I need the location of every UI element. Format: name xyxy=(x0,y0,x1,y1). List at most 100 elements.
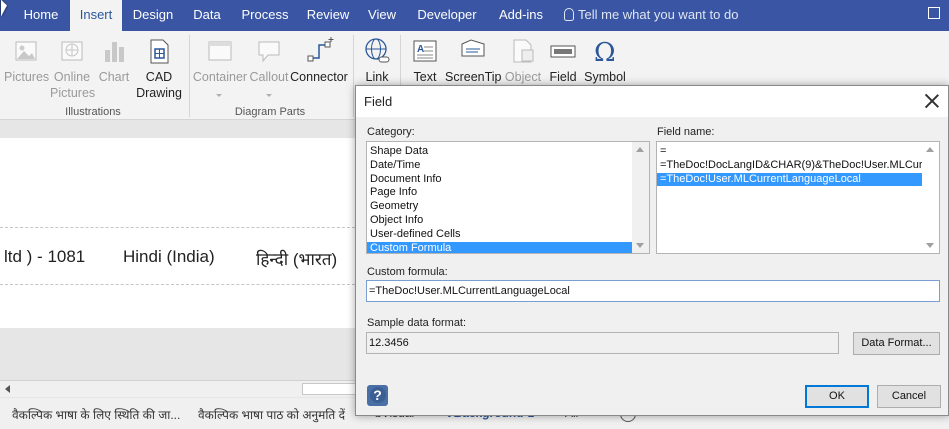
scroll-left-arrow-icon[interactable] xyxy=(5,385,10,393)
tab-home[interactable]: Home xyxy=(12,0,70,31)
online-pictures-label-1: Online xyxy=(53,70,91,84)
table-cell-native-name: हिन्दी (भारत) xyxy=(256,250,338,269)
container-chevron-down-icon[interactable] xyxy=(216,94,222,97)
tab-process[interactable]: Process xyxy=(234,0,296,31)
scroll-down-arrow-icon[interactable] xyxy=(636,243,644,248)
chart-label: Chart xyxy=(98,70,130,84)
field-dialog: Field Category: Shape Data Date/Time Doc… xyxy=(355,85,949,416)
list-item[interactable]: Document Info xyxy=(367,173,649,187)
field-icon xyxy=(550,45,576,58)
symbol-button[interactable]: Ω Symbol xyxy=(583,36,627,85)
online-pictures-icon xyxy=(61,41,83,61)
omega-symbol-icon: Ω xyxy=(594,38,616,66)
tell-me-text: Tell me what you want to do xyxy=(578,7,739,22)
tell-me-search[interactable]: Tell me what you want to do xyxy=(564,0,738,31)
callout-chevron-down-icon[interactable] xyxy=(266,94,272,97)
tab-developer[interactable]: Developer xyxy=(410,0,484,31)
tab-view[interactable]: View xyxy=(360,0,404,31)
text-label: Text xyxy=(413,70,437,84)
svg-text:A: A xyxy=(417,44,424,55)
category-label: Category: xyxy=(367,126,415,138)
page-tab[interactable]: वैकल्पिक भाषा के लिए स्थिति की जा... xyxy=(12,406,180,423)
field-label: Field xyxy=(549,70,577,84)
tab-insert[interactable]: Insert xyxy=(70,0,122,31)
help-icon[interactable]: ? xyxy=(367,385,388,406)
data-format-button[interactable]: Data Format... xyxy=(853,332,940,355)
table-cell-language: Hindi (India) xyxy=(123,247,215,266)
object-label: Object xyxy=(504,70,542,84)
callout-label: Callout xyxy=(249,70,289,84)
list-item[interactable]: Object Info xyxy=(367,214,649,228)
list-item[interactable]: Geometry xyxy=(367,200,649,214)
cad-drawing-label-2: Drawing xyxy=(136,86,182,100)
table-grid-line xyxy=(0,227,360,228)
group-label-diagram-parts: Diagram Parts xyxy=(234,106,306,118)
online-pictures-label-2: Pictures xyxy=(50,86,96,100)
scrollbar-thumb[interactable] xyxy=(302,383,360,395)
scroll-down-arrow-icon[interactable] xyxy=(926,243,934,248)
connector-button[interactable]: Connector xyxy=(290,36,348,85)
link-button[interactable]: Link xyxy=(358,36,396,85)
horizontal-scrollbar[interactable] xyxy=(0,380,360,397)
list-item[interactable]: Page Info xyxy=(367,186,649,200)
page-tab[interactable]: वैकल्पिक भाषा पाठ को अनुमति दें xyxy=(198,406,345,423)
pictures-label: Pictures xyxy=(4,70,50,84)
drawing-page[interactable] xyxy=(0,138,360,328)
cad-drawing-button[interactable]: CAD Drawing xyxy=(134,36,184,101)
scroll-up-arrow-icon[interactable] xyxy=(636,147,644,152)
container-button[interactable]: Container xyxy=(192,36,248,85)
list-item[interactable]: User-defined Cells xyxy=(367,228,649,242)
tab-review[interactable]: Review xyxy=(300,0,356,31)
sample-format-label: Sample data format: xyxy=(367,317,467,329)
chart-button[interactable]: Chart xyxy=(96,36,132,85)
ribbon-display-icon[interactable] xyxy=(928,7,940,19)
list-item[interactable]: Shape Data xyxy=(367,145,649,159)
dialog-title: Field xyxy=(364,94,393,109)
help-glyph: ? xyxy=(369,387,386,403)
scroll-up-arrow-icon[interactable] xyxy=(926,147,934,152)
vertical-scrollbar[interactable] xyxy=(922,142,939,253)
table-cell-lcid: ltd ) - 1081 xyxy=(4,247,86,266)
category-listbox[interactable]: Shape Data Date/Time Document Info Page … xyxy=(366,141,650,254)
canvas-pasteboard xyxy=(0,328,360,378)
list-item[interactable]: =TheDoc!DocLangID&CHAR(9)&TheDoc!User.ML… xyxy=(657,159,922,173)
tab-add-ins[interactable]: Add-ins xyxy=(490,0,552,31)
ribbon-tab-bar: Home Insert Design Data Process Review V… xyxy=(0,0,949,31)
link-label: Link xyxy=(365,70,389,84)
screentip-button[interactable]: ScreenTip xyxy=(445,36,502,85)
list-item-selected[interactable]: Custom Formula xyxy=(367,241,632,253)
pictures-button[interactable]: Pictures xyxy=(4,36,50,85)
mouse-cursor-icon xyxy=(1,0,7,20)
close-icon[interactable] xyxy=(924,93,940,109)
list-item-selected[interactable]: =TheDoc!User.MLCurrentLanguageLocal xyxy=(657,172,922,187)
object-button[interactable]: Object xyxy=(503,36,543,85)
svg-text:Ω: Ω xyxy=(594,38,616,66)
group-separator xyxy=(189,35,190,117)
callout-button[interactable]: Callout xyxy=(248,36,290,85)
pictures-icon xyxy=(15,41,37,61)
screentip-label: ScreenTip xyxy=(445,70,502,84)
tab-data[interactable]: Data xyxy=(184,0,230,31)
object-icon xyxy=(513,39,534,63)
list-item[interactable]: = xyxy=(657,145,922,159)
text-button[interactable]: A Text xyxy=(406,36,444,85)
connector-label: Connector xyxy=(290,70,348,84)
container-icon xyxy=(208,41,232,61)
field-button[interactable]: Field xyxy=(544,36,582,85)
cad-drawing-label-1: CAD xyxy=(145,70,173,84)
table-grid-line xyxy=(0,284,360,285)
tab-design[interactable]: Design xyxy=(124,0,182,31)
online-pictures-button[interactable]: Online Pictures xyxy=(50,36,96,101)
custom-formula-input[interactable]: =TheDoc!User.MLCurrentLanguageLocal xyxy=(366,280,940,302)
cad-drawing-icon xyxy=(150,39,169,64)
connector-icon xyxy=(307,37,334,62)
ok-button[interactable]: OK xyxy=(805,385,869,408)
group-label-illustrations: Illustrations xyxy=(65,106,121,118)
group-separator xyxy=(353,35,354,117)
sample-format-value: 12.3456 xyxy=(366,332,839,354)
cancel-button[interactable]: Cancel xyxy=(877,385,941,408)
chart-icon xyxy=(105,42,124,62)
vertical-scrollbar[interactable] xyxy=(632,142,649,253)
field-name-listbox[interactable]: = =TheDoc!DocLangID&CHAR(9)&TheDoc!User.… xyxy=(656,141,940,254)
list-item[interactable]: Date/Time xyxy=(367,159,649,173)
